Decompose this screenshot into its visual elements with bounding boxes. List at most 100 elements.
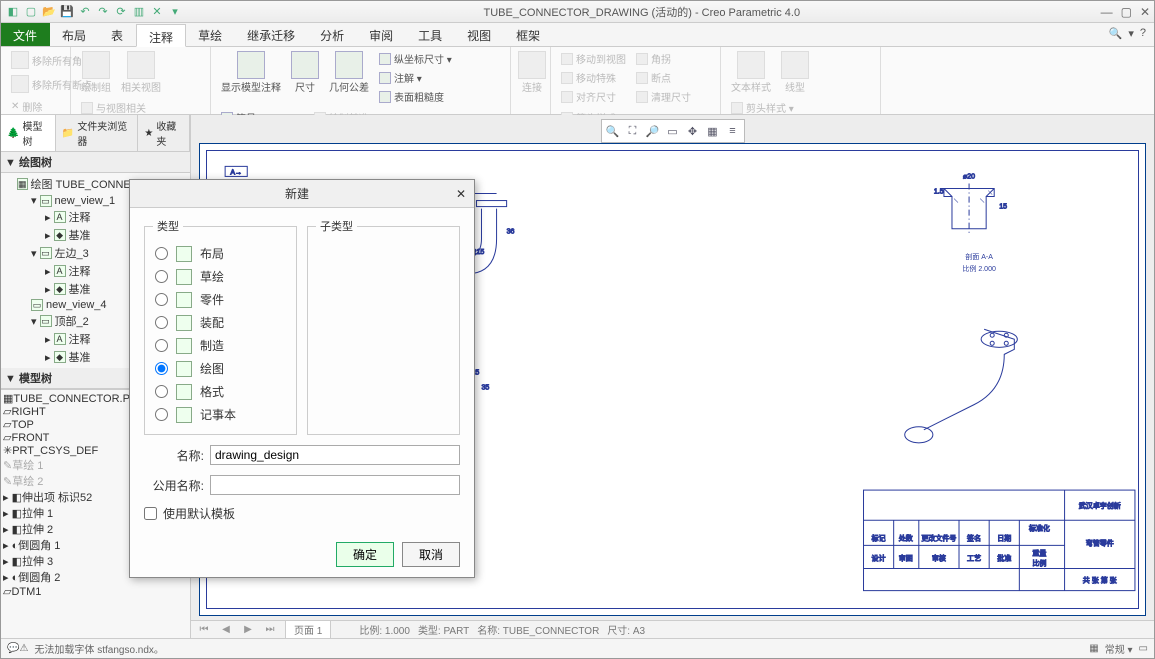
qat-redo-icon[interactable]: ↷ (95, 4, 111, 20)
common-name-input[interactable] (210, 475, 460, 495)
qat-undo-icon[interactable]: ↶ (77, 4, 93, 20)
rb-dimension[interactable]: 尺寸 (287, 49, 323, 96)
rb-connect: 连接 (517, 49, 547, 96)
svg-text:共 张 第 张: 共 张 第 张 (1083, 576, 1117, 585)
folder-icon: 📁 (62, 128, 74, 139)
search-icon[interactable]: 🔍 (1109, 27, 1123, 42)
svg-text:15: 15 (999, 204, 1007, 211)
type-option-drawing[interactable]: 绘图 (153, 357, 288, 380)
rb-ord-dim[interactable]: 纵坐标尺寸 ▾ (375, 49, 456, 68)
quick-access-toolbar: ◧ ▢ 📂 💾 ↶ ↷ ⟳ ▥ ✕ ▾ (5, 4, 183, 20)
name-input[interactable] (210, 445, 460, 465)
rb-gtol[interactable]: 几何公差 (325, 49, 373, 96)
tab-tools[interactable]: 工具 (406, 23, 455, 46)
close-window-icon[interactable]: ✕ (1140, 5, 1150, 19)
svg-text:标记: 标记 (872, 533, 886, 542)
rb-show-anno[interactable]: 显示模型注释 (217, 49, 285, 96)
nav-prev-icon[interactable]: ◀ (219, 624, 233, 635)
rb-delete: ✕删除 (7, 97, 46, 116)
lp-tab-folder[interactable]: 📁文件夹浏览器 (56, 115, 138, 151)
maximize-icon[interactable]: ▢ (1121, 5, 1132, 19)
titlebar: ◧ ▢ 📂 💾 ↶ ↷ ⟳ ▥ ✕ ▾ TUBE_CONNECTOR_DRAWI… (1, 1, 1154, 23)
layers-icon[interactable]: ≡ (724, 122, 742, 140)
type-option-part[interactable]: 零件 (153, 288, 288, 311)
ribbon: 移除所有角度 移除所有断点 ✕删除 删除 绘制组 相关视图 与视图相关 与对象相… (1, 47, 1154, 115)
sheet-tab[interactable]: 页面 1 (285, 620, 331, 639)
ok-button[interactable]: 确定 (336, 542, 394, 567)
ribbon-tabs: 文件 布局 表 注释 草绘 继承迁移 分析 审阅 工具 视图 框架 🔍 ▾ ? (1, 23, 1154, 47)
svg-text:35: 35 (481, 385, 489, 392)
zoom-in-icon[interactable]: 🔍 (604, 122, 622, 140)
rb-textstyle: 文本样式 (727, 49, 775, 96)
type-option-mfg[interactable]: 制造 (153, 334, 288, 357)
help-icon[interactable]: ? (1140, 27, 1146, 42)
use-default-label: 使用默认模板 (163, 505, 235, 522)
sheet-statusbar: ⏮ ◀ ▶ ⏭ 页面 1 比例: 1.000 类型: PART 名称: TUBE… (191, 620, 1154, 638)
zoom-out-icon[interactable]: 🔎 (644, 122, 662, 140)
type-option-assembly[interactable]: 装配 (153, 311, 288, 334)
filter-dropdown[interactable]: 常规 ▾ (1105, 641, 1133, 656)
tab-inherit[interactable]: 继承迁移 (235, 23, 308, 46)
nav-last-icon[interactable]: ⏭ (263, 624, 277, 635)
tab-review[interactable]: 审阅 (357, 23, 406, 46)
rb-move-view: 移动到视图 (557, 49, 630, 68)
dialog-close-icon[interactable]: ✕ (456, 187, 466, 201)
svg-text:弯管零件: 弯管零件 (1086, 538, 1114, 547)
svg-text:比例 2.000: 比例 2.000 (962, 264, 996, 273)
status-type: 类型: PART (418, 622, 469, 637)
tab-sketch[interactable]: 草绘 (186, 23, 235, 46)
box-select-icon[interactable]: ▭ (664, 122, 682, 140)
tab-table[interactable]: 表 (99, 23, 136, 46)
name-label: 名称: (144, 447, 204, 464)
type-option-notebook[interactable]: 记事本 (153, 403, 288, 426)
pan-icon[interactable]: ✥ (684, 122, 702, 140)
svg-text:设计: 设计 (872, 553, 886, 562)
svg-text:36: 36 (507, 229, 515, 236)
lp-tab-modeltree[interactable]: 🌲模型树 (1, 115, 56, 151)
tab-layout[interactable]: 布局 (50, 23, 99, 46)
qat-windows-icon[interactable]: ▥ (131, 4, 147, 20)
type-option-sketch[interactable]: 草绘 (153, 265, 288, 288)
star-icon: ★ (144, 128, 153, 139)
minimize-icon[interactable]: — (1101, 5, 1113, 19)
rb-draw-group: 绘制组 (77, 49, 115, 96)
qat-new-icon[interactable]: ▢ (23, 4, 39, 20)
rb-note[interactable]: 注解 ▾ (375, 68, 456, 87)
use-default-checkbox[interactable] (144, 507, 157, 520)
lp-tab-fav[interactable]: ★收藏夹 (138, 115, 190, 151)
nav-first-icon[interactable]: ⏮ (197, 624, 211, 635)
tab-file[interactable]: 文件 (1, 23, 50, 46)
display-settings-icon[interactable]: ▦ (704, 122, 722, 140)
qat-regen-icon[interactable]: ⟳ (113, 4, 129, 20)
qat-close-icon[interactable]: ✕ (149, 4, 165, 20)
rb-cleanup: 清理尺寸 (632, 87, 695, 106)
subtype-fieldset: 子类型 (307, 218, 460, 435)
tree-item[interactable]: ▱DTM1 (3, 585, 188, 598)
type-legend: 类型 (153, 218, 183, 234)
cancel-button[interactable]: 取消 (402, 542, 460, 567)
qat-open-icon[interactable]: 📂 (41, 4, 57, 20)
qat-save-icon[interactable]: 💾 (59, 4, 75, 20)
tab-frame[interactable]: 框架 (504, 23, 553, 46)
zoom-fit-icon[interactable]: ⛶ (624, 122, 642, 140)
status-message: 无法加载字体 stfangso.ndx。 (34, 641, 163, 656)
svg-text:更改文件号: 更改文件号 (921, 533, 956, 542)
new-dialog: 新建 ✕ 类型 布局 草绘 零件 装配 制造 绘图 格式 记事本 子类型 (129, 179, 475, 578)
svg-text:签名: 签名 (967, 533, 981, 542)
type-option-format[interactable]: 格式 (153, 380, 288, 403)
options-icon[interactable]: ▾ (1128, 27, 1134, 42)
tab-annotate[interactable]: 注释 (136, 24, 186, 47)
type-option-layout[interactable]: 布局 (153, 242, 288, 265)
tab-analyze[interactable]: 分析 (308, 23, 357, 46)
qat-dropdown-icon[interactable]: ▾ (167, 4, 183, 20)
nav-next-icon[interactable]: ▶ (241, 624, 255, 635)
warning-icon: ⚠ (19, 643, 28, 654)
rb-jog: 角拐 (632, 49, 695, 68)
bottom-bar: 💬 ⚠ 无法加载字体 stfangso.ndx。 ▦ 常规 ▾ ▭ (1, 638, 1154, 658)
geom-icon[interactable]: ▦ (1089, 643, 1098, 654)
msg-icon: 💬 (7, 643, 19, 654)
rb-surf[interactable]: 表面粗糙度 (375, 87, 456, 106)
tab-view[interactable]: 视图 (455, 23, 504, 46)
svg-text:批准: 批准 (997, 553, 1011, 562)
display-icon[interactable]: ▭ (1139, 643, 1148, 654)
